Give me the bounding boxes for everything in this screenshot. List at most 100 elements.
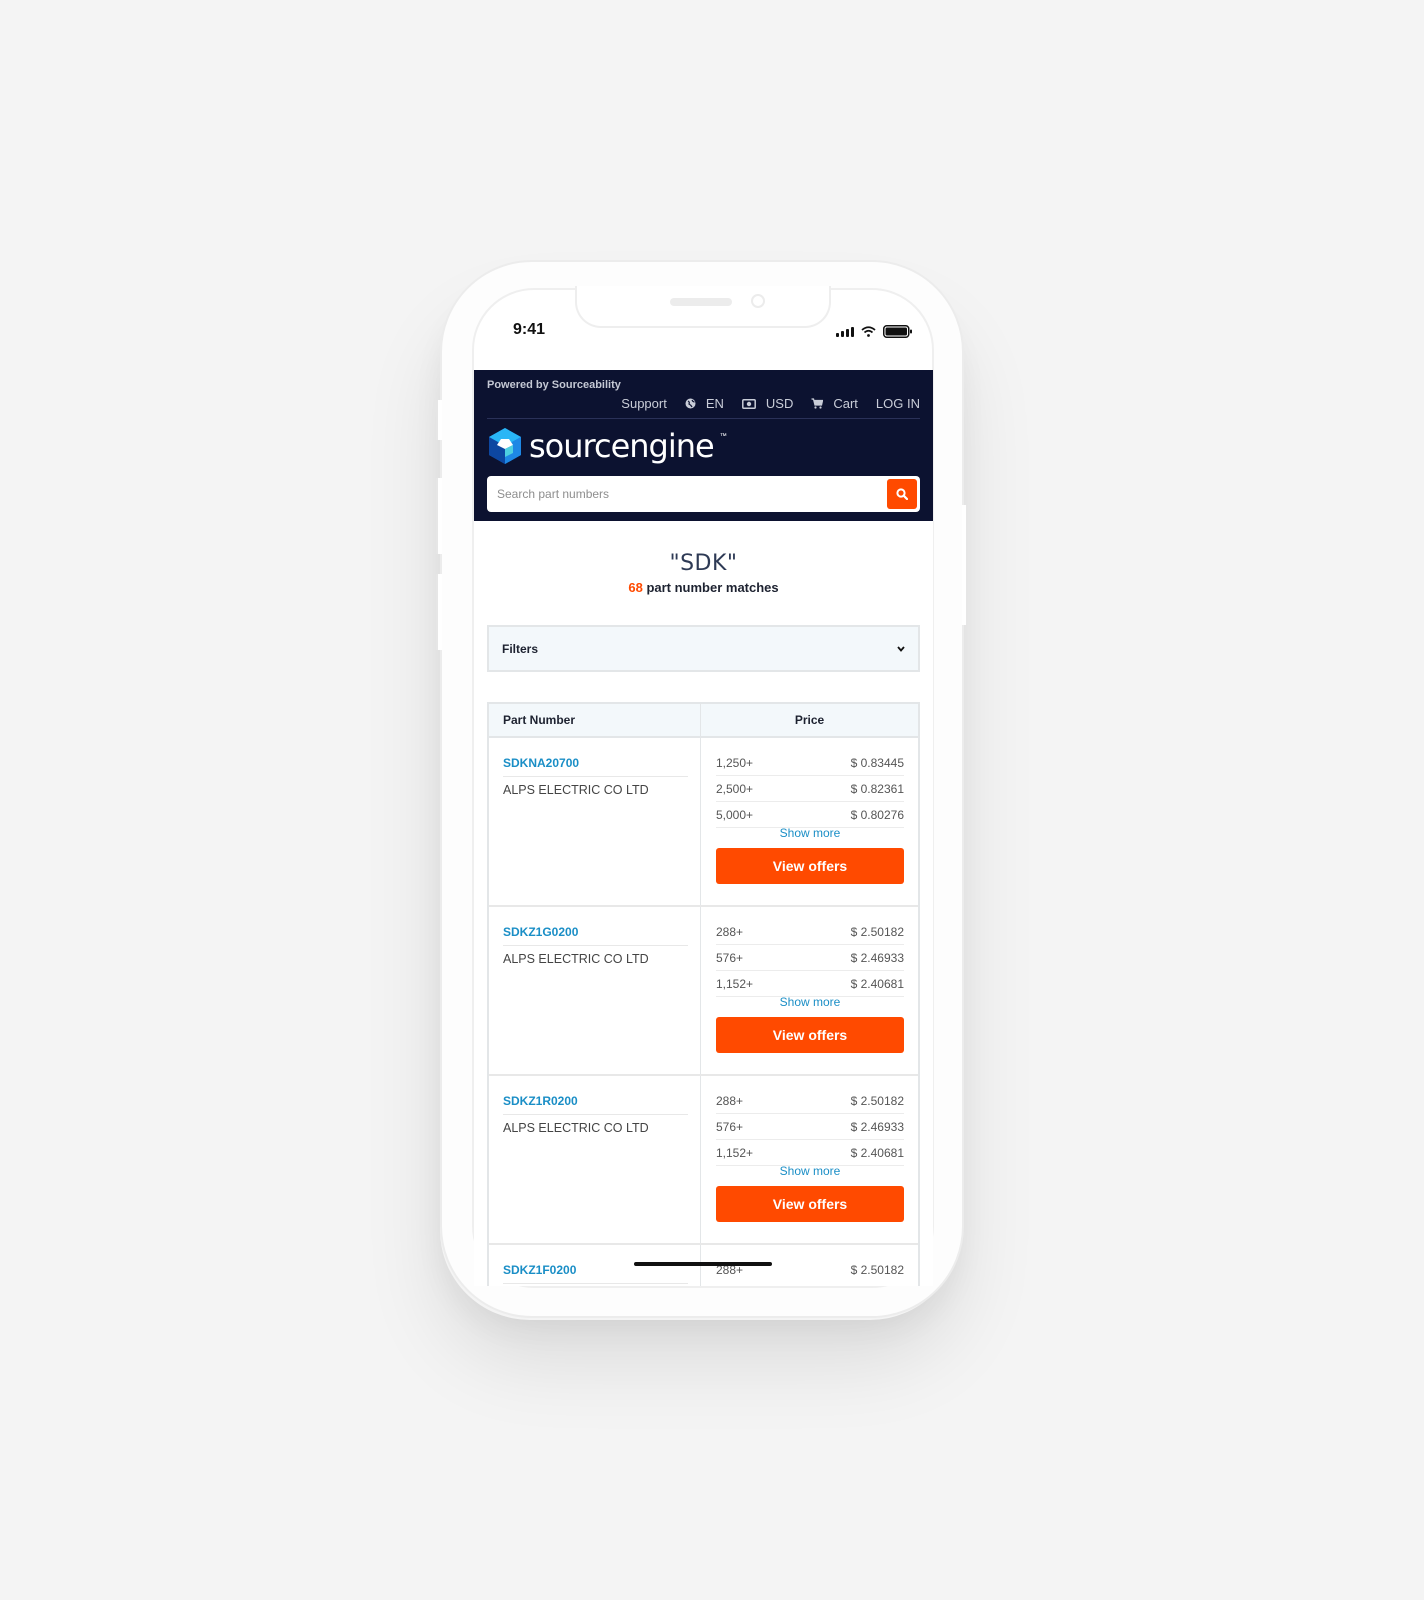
price-value: $ 2.46933	[850, 950, 904, 965]
volume-up-button	[436, 478, 442, 554]
nav-support[interactable]: Support	[621, 396, 667, 411]
price-break: 2,500+ $ 0.82361	[716, 776, 904, 802]
chevron-down-icon	[897, 645, 905, 652]
table-row: SDKZ1R0200 ALPS ELECTRIC CO LTD 288+ $ 2.…	[489, 1076, 918, 1245]
status-time: 9:41	[513, 321, 546, 338]
price-break: 288+ $ 2.50182	[716, 1088, 904, 1114]
manufacturer: ALPS ELECTRIC CO LTD	[503, 1121, 649, 1135]
money-icon	[741, 398, 756, 409]
match-count-label: part number matches	[646, 580, 779, 595]
front-camera	[751, 294, 765, 308]
price-cell: 288+ $ 2.50182 576+ $ 2.46933 1,152+ $ 2.40…	[701, 907, 918, 1074]
search-query: "SDK"	[669, 551, 738, 576]
price-value: $ 2.50182	[850, 924, 904, 939]
table-header: Part Number Price	[489, 704, 918, 738]
part-cell: SDKNA20700 ALPS ELECTRIC CO LTD	[489, 738, 701, 905]
price-qty: 2,500+	[716, 781, 754, 796]
price-break: 1,152+ $ 2.40681	[716, 971, 904, 997]
nav-cart[interactable]: Cart	[811, 396, 858, 411]
app-screen: Powered by Sourceability Support EN USD …	[474, 370, 933, 1286]
cart-icon	[811, 398, 824, 409]
nav-currency[interactable]: USD	[741, 396, 794, 411]
silent-switch	[436, 400, 442, 440]
price-value: $ 2.46933	[850, 1119, 904, 1134]
column-header-price: Price	[794, 713, 825, 727]
price-break: 576+ $ 2.46933	[716, 945, 904, 971]
search-button[interactable]	[887, 479, 917, 509]
view-offers-button[interactable]: View offers	[716, 848, 904, 884]
show-more-link[interactable]: Show more	[716, 995, 904, 1009]
notch	[575, 286, 831, 328]
signal-icon	[836, 326, 854, 337]
price-break: 5,000+ $ 0.80276	[716, 802, 904, 828]
manufacturer: ALPS ELECTRIC CO LTD	[503, 952, 649, 966]
part-cell: SDKZ1R0200 ALPS ELECTRIC CO LTD	[489, 1076, 701, 1243]
battery-icon	[883, 325, 912, 338]
price-break: 1,250+ $ 0.83445	[716, 750, 904, 776]
view-offers-button[interactable]: View offers	[716, 1017, 904, 1053]
nav-support-label: Support	[621, 396, 667, 411]
nav-cart-label: Cart	[833, 396, 858, 411]
logo[interactable]: sourcengine ™	[487, 427, 727, 465]
price-cell: 288+ $ 2.50182 576+ $ 2.46933 1,152+ $ 2.40…	[701, 1076, 918, 1243]
results-table: Part Number Price SDKNA20700 ALPS ELECTR…	[487, 702, 920, 1286]
manufacturer: ALPS ELECTRIC CO LTD	[503, 783, 649, 797]
price-break: 576+ $ 2.46933	[716, 1114, 904, 1140]
price-qty: 5,000+	[716, 807, 754, 822]
part-number-link[interactable]: SDKZ1R0200	[503, 1094, 688, 1115]
home-indicator[interactable]	[634, 1262, 772, 1266]
nav-login[interactable]: LOG IN	[876, 396, 920, 411]
logo-trademark: ™	[719, 432, 727, 440]
powered-by-text: Powered by Sourceability	[487, 379, 621, 391]
price-break: 288+ $ 2.50182	[716, 919, 904, 945]
search-icon	[896, 488, 908, 500]
site-header: Powered by Sourceability Support EN USD …	[474, 370, 933, 521]
nav-currency-label: USD	[765, 396, 794, 411]
results-summary: "SDK" 68 part number matches	[474, 551, 933, 595]
volume-down-button	[436, 574, 442, 650]
part-number-link[interactable]: SDKZ1F0200	[503, 1263, 688, 1284]
filters-dropdown[interactable]: Filters	[487, 625, 920, 672]
price-value: $ 0.80276	[850, 807, 904, 822]
nav-language-label: EN	[705, 396, 724, 411]
price-break: 288+ $ 2.50182	[716, 1257, 904, 1282]
status-icons	[836, 325, 913, 338]
price-qty: 1,152+	[716, 1145, 754, 1160]
price-qty: 1,250+	[716, 755, 754, 770]
filters-label: Filters	[502, 641, 539, 656]
column-header-part-number: Part Number	[489, 704, 701, 736]
match-count: 68 part number matches	[474, 580, 933, 595]
top-nav: Support EN USD Cart LOG IN	[603, 396, 920, 411]
match-count-number: 68	[628, 580, 643, 595]
price-qty: 576+	[716, 1119, 744, 1134]
wifi-icon	[861, 326, 876, 337]
speaker	[670, 298, 732, 306]
price-value: $ 2.50182	[850, 1262, 904, 1277]
nav-language[interactable]: EN	[685, 396, 724, 411]
price-value: $ 2.50182	[850, 1093, 904, 1108]
part-cell: SDKZ1G0200 ALPS ELECTRIC CO LTD	[489, 907, 701, 1074]
show-more-link[interactable]: Show more	[716, 1164, 904, 1178]
logo-text: sourcengine	[529, 427, 715, 465]
globe-icon	[685, 398, 696, 409]
price-cell: 1,250+ $ 0.83445 2,500+ $ 0.82361 5,000+ $ …	[701, 738, 918, 905]
search-input[interactable]	[495, 486, 887, 502]
nav-login-label: LOG IN	[875, 396, 920, 411]
table-row: SDKZ1G0200 ALPS ELECTRIC CO LTD 288+ $ 2.…	[489, 907, 918, 1076]
price-value: $ 0.83445	[850, 755, 904, 770]
price-break: 1,152+ $ 2.40681	[716, 1140, 904, 1166]
view-offers-button[interactable]: View offers	[716, 1186, 904, 1222]
search-bar	[487, 476, 920, 512]
price-value: $ 2.40681	[850, 976, 904, 991]
header-divider	[487, 418, 920, 419]
part-number-link[interactable]: SDKZ1G0200	[503, 925, 688, 946]
price-qty: 288+	[716, 924, 744, 939]
logo-cube-icon	[489, 428, 521, 464]
table-row: SDKNA20700 ALPS ELECTRIC CO LTD 1,250+ $ …	[489, 738, 918, 907]
price-value: $ 0.82361	[850, 781, 904, 796]
price-qty: 1,152+	[716, 976, 754, 991]
part-number-link[interactable]: SDKNA20700	[503, 756, 688, 777]
price-qty: 576+	[716, 950, 744, 965]
price-qty: 288+	[716, 1093, 744, 1108]
show-more-link[interactable]: Show more	[716, 826, 904, 840]
